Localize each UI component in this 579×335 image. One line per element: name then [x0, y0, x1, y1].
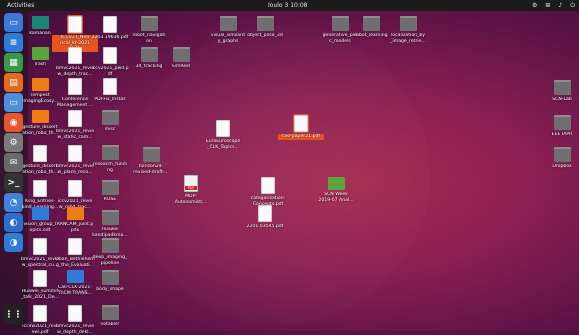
folder-icon — [362, 16, 380, 31]
document-file-icon — [261, 177, 275, 194]
folder-icon — [219, 16, 237, 31]
folder-icon — [140, 47, 158, 62]
folder-icon — [331, 16, 349, 31]
desktop-item-label: body_shape — [96, 287, 124, 292]
desktop-item-label: robot_navigati on — [132, 33, 166, 44]
folder-icon — [553, 115, 571, 130]
desktop-item-label: localization_by _image_retrie... — [390, 33, 426, 44]
volume-tray-icon[interactable]: ♪ — [558, 0, 562, 11]
desktop-item[interactable]: categorization- Concepts.pdf — [245, 177, 291, 207]
document-file-icon — [33, 238, 47, 255]
document-file-icon — [68, 145, 82, 162]
desktop-item-label: votable! — [100, 322, 120, 327]
desktop-item[interactable]: object_pose_3d — [242, 16, 288, 39]
document-file-icon — [68, 238, 82, 255]
application-icon — [31, 16, 49, 29]
document-file-icon — [68, 305, 82, 322]
desktop-item-label: EEE IAPR — [551, 132, 573, 137]
presentation-file-icon — [66, 207, 84, 220]
settings-tray-icon[interactable]: ⚙ — [532, 0, 537, 11]
desktop-item[interactable]: deep_imaging_ pipeline — [87, 238, 133, 266]
activities-button[interactable]: Activities — [7, 0, 34, 11]
desktop-item-label: SCN Week 2019-07 Anal... — [318, 192, 354, 203]
desktop-item-label: SCN-Lab — [552, 97, 572, 102]
desktop-item-label: EuroEuroscope _CLK_Topics... — [205, 139, 241, 150]
desktop-item-label: deep_imaging_ pipeline — [92, 255, 128, 266]
desktop-item[interactable]: research_fundi ng — [87, 145, 133, 173]
network-tray-icon[interactable]: ⊞ — [545, 0, 550, 11]
folder-icon — [172, 47, 190, 62]
spreadsheet-file-icon — [327, 177, 345, 190]
desktop-item[interactable]: EEE IAPR — [539, 115, 579, 138]
presentation-file-icon — [31, 110, 49, 123]
desktop-item-label: misc — [104, 127, 116, 132]
document-file-icon — [103, 16, 117, 33]
desktop-item-label: research_fundi ng — [93, 162, 127, 173]
power-tray-icon[interactable]: ⏻ — [570, 0, 575, 11]
text-document-icon — [66, 270, 84, 283]
top-bar: Activities Ioulo 3 10:08 ⚙ ⊞ ♪ ⏻ — [0, 0, 579, 11]
desktop-item[interactable]: PDFFix_Instas — [87, 78, 133, 103]
desktop-item[interactable]: localization_by _image_retrie... — [385, 16, 431, 44]
folder-icon — [101, 270, 119, 285]
document-file-icon — [68, 78, 82, 95]
desktop-item[interactable]: SCN-Lab — [539, 80, 579, 103]
desktop-item[interactable]: cvo-paper21.pdf — [278, 114, 324, 140]
pdf-file-icon — [184, 175, 198, 192]
document-file-icon — [33, 145, 47, 162]
document-file-icon — [258, 205, 272, 222]
presentation-file-icon — [31, 78, 49, 91]
folder-icon — [101, 210, 119, 225]
spreadsheet-file-icon — [31, 47, 49, 60]
document-file-icon — [68, 180, 82, 197]
desktop-item-label: cvo-paper21.pdf — [278, 134, 324, 140]
folder-icon — [101, 238, 119, 253]
desktop-item[interactable]: horizon24- revised-draft-... — [128, 147, 174, 175]
desktop-item-label: Huawei kandipadkma... — [92, 227, 128, 238]
document-file-icon — [293, 114, 309, 133]
document-file-icon — [68, 47, 82, 64]
desktop-item[interactable]: SCN Week 2019-07 Anal... — [313, 177, 359, 203]
desktop-item-label: Dropbox — [552, 164, 572, 169]
document-file-icon — [67, 15, 83, 34]
desktop-item-label: SimReel — [171, 64, 191, 69]
desktop-item[interactable]: Huawei kandipadkma... — [87, 210, 133, 238]
desktop-item-label: MDP- Autonomist(... — [174, 194, 208, 205]
desktop-item-label: PDFFix_Instas — [94, 97, 126, 102]
desktop-item[interactable]: EuroEuroscope _CLK_Topics... — [200, 120, 246, 150]
desktop-item-label: 2201.03545.pdf — [246, 224, 284, 229]
folder-icon — [101, 145, 119, 160]
desktop-item[interactable]: SimReel — [158, 47, 204, 70]
document-file-icon — [103, 78, 117, 95]
desktop-item[interactable]: votable! — [87, 305, 133, 328]
desktop-item-label: ROSE — [103, 197, 117, 202]
folder-icon — [101, 305, 119, 320]
system-tray[interactable]: ⚙ ⊞ ♪ ⏻ — [532, 0, 575, 11]
document-file-icon — [33, 305, 47, 322]
document-file-icon — [33, 180, 47, 197]
desktop-item[interactable]: MDP- Autonomist(... — [168, 175, 214, 205]
document-file-icon — [68, 110, 82, 127]
text-document-icon — [31, 207, 49, 220]
folder-icon — [553, 80, 571, 95]
desktop-item[interactable]: Dropbox — [539, 147, 579, 170]
desktop-item[interactable]: robot_navigati on — [126, 16, 172, 44]
folder-icon — [256, 16, 274, 31]
document-file-icon — [216, 120, 230, 137]
desktop-item-label: object_pose_3d — [247, 33, 283, 38]
folder-icon — [101, 110, 119, 125]
document-file-icon — [33, 270, 47, 287]
clock[interactable]: Ioulo 3 10:08 — [268, 0, 308, 11]
desktop-item[interactable]: 2201.03545.pdf — [242, 205, 288, 230]
folder-icon — [399, 16, 417, 31]
desktop-item-label: horizon24- revised-draft-... — [133, 164, 169, 175]
folder-icon — [101, 180, 119, 195]
folder-icon — [142, 147, 160, 162]
document-file-icon — [103, 47, 117, 64]
desktop-item[interactable]: ROSE — [87, 180, 133, 203]
desktop-item[interactable]: body_shape — [87, 270, 133, 293]
folder-icon — [140, 16, 158, 31]
desktop-item[interactable]: misc — [87, 110, 133, 133]
folder-icon — [553, 147, 571, 162]
